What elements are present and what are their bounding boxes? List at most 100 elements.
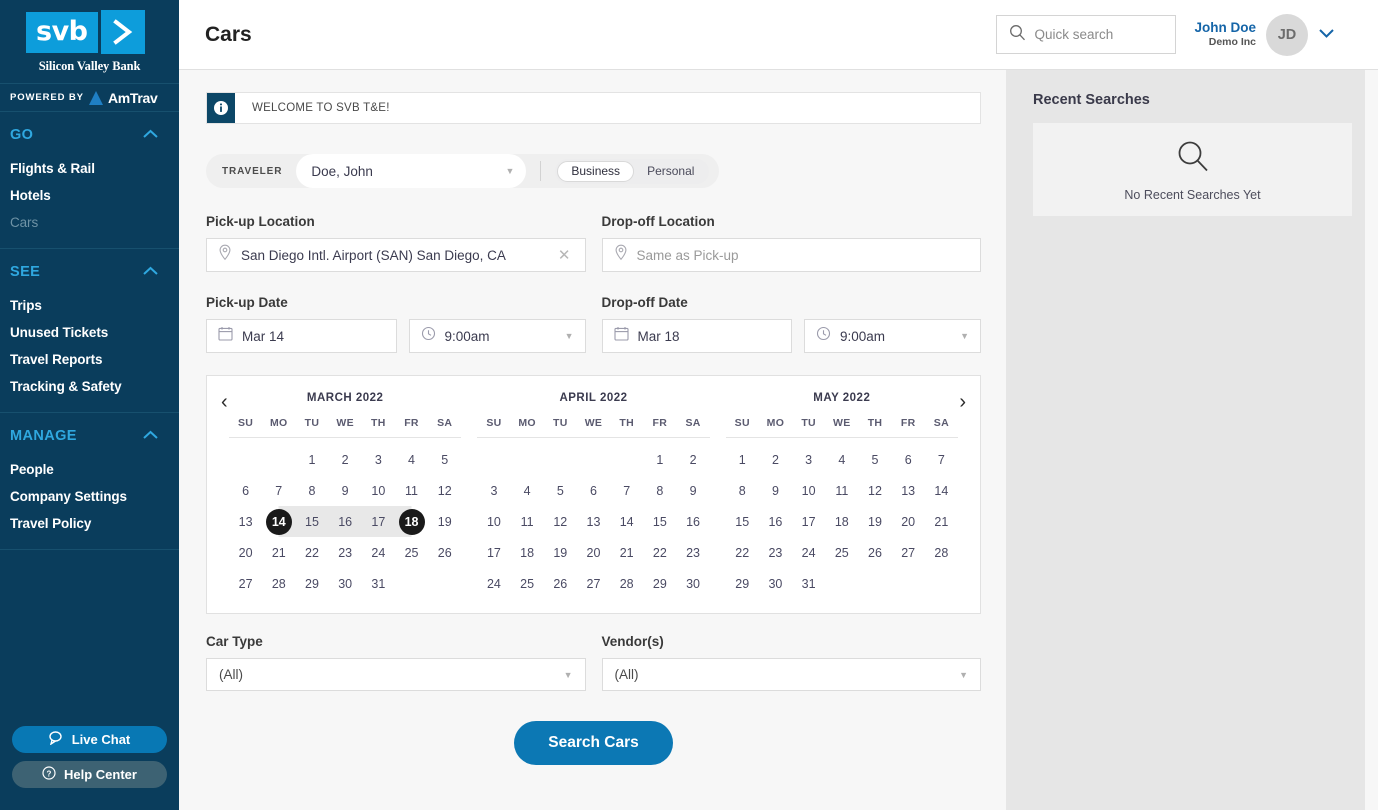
calendar-day[interactable]: 3 [477,475,510,506]
calendar-day[interactable]: 14 [925,475,958,506]
calendar-day[interactable]: 1 [726,438,759,476]
calendar-day[interactable]: 23 [676,537,709,568]
calendar-day[interactable]: 14 [610,506,643,537]
calendar-day[interactable]: 29 [726,568,759,599]
user-menu[interactable]: John Doe Demo Inc JD [1194,13,1335,56]
car-type-select[interactable]: (All) ▼ [206,658,586,691]
calendar-day[interactable]: 4 [511,475,544,506]
calendar-day[interactable]: 25 [395,537,428,568]
calendar-day[interactable]: 29 [295,568,328,599]
calendar-day[interactable]: 6 [892,438,925,476]
calendar-day[interactable]: 20 [229,537,262,568]
sidebar-item-hotels[interactable]: Hotels [0,182,179,209]
calendar-day[interactable]: 16 [759,506,792,537]
calendar-day[interactable]: 30 [676,568,709,599]
dropoff-location-input[interactable]: Same as Pick-up [601,238,981,272]
calendar-day[interactable]: 8 [643,475,676,506]
calendar-day[interactable]: 15 [726,506,759,537]
calendar-day[interactable]: 6 [577,475,610,506]
pickup-date-input[interactable]: Mar 14 [206,319,397,353]
calendar-day[interactable]: 22 [726,537,759,568]
sidebar-item-flights-rail[interactable]: Flights & Rail [0,155,179,182]
calendar-day[interactable]: 2 [759,438,792,476]
sidebar-item-people[interactable]: People [0,456,179,483]
calendar-day[interactable]: 17 [361,506,395,537]
sidebar-section-header-see[interactable]: SEE [0,263,179,281]
calendar-day[interactable]: 16 [676,506,709,537]
calendar-day[interactable]: 13 [892,475,925,506]
calendar-day[interactable]: 9 [759,475,792,506]
calendar-day[interactable]: 26 [858,537,891,568]
trip-type-business[interactable]: Business [557,160,635,182]
calendar-day[interactable]: 27 [577,568,610,599]
calendar-day[interactable]: 12 [858,475,891,506]
calendar-day[interactable]: 11 [511,506,544,537]
calendar-day[interactable]: 21 [262,537,295,568]
calendar-day[interactable]: 8 [295,475,328,506]
calendar-day[interactable]: 2 [676,438,709,476]
calendar-day[interactable]: 11 [825,475,858,506]
calendar-day[interactable]: 13 [577,506,610,537]
calendar-day[interactable]: 3 [792,438,825,476]
calendar-day[interactable]: 21 [925,506,958,537]
chevron-down-icon[interactable] [1318,26,1335,44]
calendar-day[interactable]: 4 [395,438,428,476]
calendar-day[interactable]: 19 [544,537,577,568]
calendar-day[interactable]: 7 [610,475,643,506]
calendar-day[interactable]: 15 [643,506,676,537]
help-center-button[interactable]: ? Help Center [12,761,167,788]
calendar-day[interactable]: 10 [362,475,395,506]
calendar-day[interactable]: 19 [428,506,461,537]
calendar-day[interactable]: 7 [925,438,958,476]
calendar-day[interactable]: 25 [825,537,858,568]
pickup-time-select[interactable]: 9:00am ▼ [408,319,586,353]
calendar-day[interactable]: 19 [858,506,891,537]
calendar-day[interactable]: 3 [362,438,395,476]
calendar-day[interactable]: 17 [477,537,510,568]
clear-icon[interactable]: ✕ [555,246,574,264]
sidebar-item-company-settings[interactable]: Company Settings [0,483,179,510]
calendar-day[interactable]: 6 [229,475,262,506]
calendar-day[interactable]: 1 [295,438,328,476]
calendar-day[interactable]: 23 [759,537,792,568]
calendar-day[interactable]: 20 [892,506,925,537]
calendar-day[interactable]: 22 [643,537,676,568]
calendar-day[interactable]: 9 [329,475,362,506]
calendar-day[interactable]: 29 [643,568,676,599]
sidebar-section-header-go[interactable]: GO [0,126,179,144]
calendar-day[interactable]: 13 [229,506,262,537]
quick-search-box[interactable] [996,15,1177,54]
calendar-day[interactable]: 23 [329,537,362,568]
calendar-day[interactable]: 2 [329,438,362,476]
calendar-day[interactable]: 30 [329,568,362,599]
calendar-day[interactable]: 31 [362,568,395,599]
calendar-day[interactable]: 18 [394,506,429,537]
trip-type-personal[interactable]: Personal [634,161,707,182]
dropoff-date-input[interactable]: Mar 18 [601,319,792,353]
calendar-day[interactable]: 20 [577,537,610,568]
calendar-day[interactable]: 28 [925,537,958,568]
calendar-day[interactable]: 14 [262,506,296,537]
sidebar-item-unused-tickets[interactable]: Unused Tickets [0,319,179,346]
vendors-select[interactable]: (All) ▼ [601,658,981,691]
calendar-day[interactable]: 26 [544,568,577,599]
traveler-select[interactable]: Doe, John ▼ [296,154,527,188]
calendar-day[interactable]: 4 [825,438,858,476]
calendar-day[interactable]: 8 [726,475,759,506]
calendar-day[interactable]: 5 [428,438,461,476]
calendar-day[interactable]: 24 [362,537,395,568]
calendar-day[interactable]: 27 [229,568,262,599]
calendar-day[interactable]: 5 [858,438,891,476]
calendar-day[interactable]: 30 [759,568,792,599]
page-scrollbar[interactable] [1365,70,1378,810]
sidebar-item-cars[interactable]: Cars [0,209,179,236]
calendar-day[interactable]: 24 [477,568,510,599]
calendar-day[interactable]: 26 [428,537,461,568]
calendar-day[interactable]: 21 [610,537,643,568]
calendar-day[interactable]: 5 [544,475,577,506]
calendar-day[interactable]: 16 [328,506,362,537]
trip-type-toggle[interactable]: Business Personal [555,158,710,184]
pickup-location-input[interactable]: San Diego Intl. Airport (SAN) San Diego,… [206,238,586,272]
sidebar-item-tracking-safety[interactable]: Tracking & Safety [0,373,179,400]
calendar-day[interactable]: 18 [825,506,858,537]
